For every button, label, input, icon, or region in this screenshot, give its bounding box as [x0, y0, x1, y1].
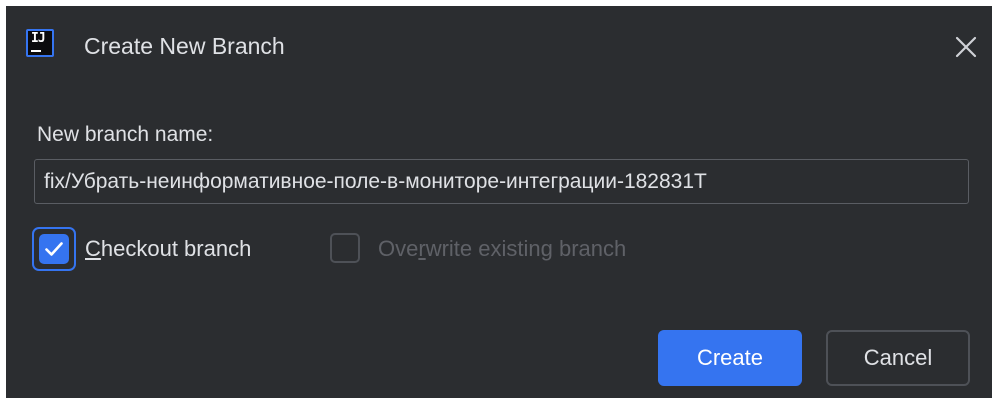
checkmark-icon — [45, 242, 63, 256]
close-button[interactable] — [951, 32, 981, 62]
create-button[interactable]: Create — [658, 330, 802, 386]
checkout-branch-label-text: heckout branch — [100, 236, 252, 261]
branch-name-label: New branch name: — [37, 123, 214, 146]
overwrite-label-end: write existing branch — [425, 236, 627, 261]
create-branch-dialog: IJ Create New Branch New branch name: fi… — [6, 6, 992, 398]
dialog-title: Create New Branch — [84, 33, 285, 59]
checkout-branch-label[interactable]: Checkout branch — [85, 235, 251, 263]
intellij-idea-icon: IJ — [26, 29, 54, 57]
overwrite-label-start: Ove — [378, 236, 419, 261]
close-icon — [955, 36, 977, 58]
mnemonic-letter: r — [418, 236, 426, 261]
overwrite-branch-checkbox[interactable] — [330, 233, 360, 263]
checkout-branch-checkbox[interactable] — [32, 227, 76, 271]
branch-name-input[interactable]: fix/Убрать-неинформативное-поле-в-монито… — [34, 159, 969, 204]
overwrite-branch-label: Overwrite existing branch — [378, 235, 626, 263]
dialog-title-bar: IJ Create New Branch — [6, 6, 992, 90]
checkbox-checked — [39, 234, 69, 264]
cancel-button[interactable]: Cancel — [826, 330, 970, 386]
mnemonic-letter: C — [85, 236, 101, 261]
